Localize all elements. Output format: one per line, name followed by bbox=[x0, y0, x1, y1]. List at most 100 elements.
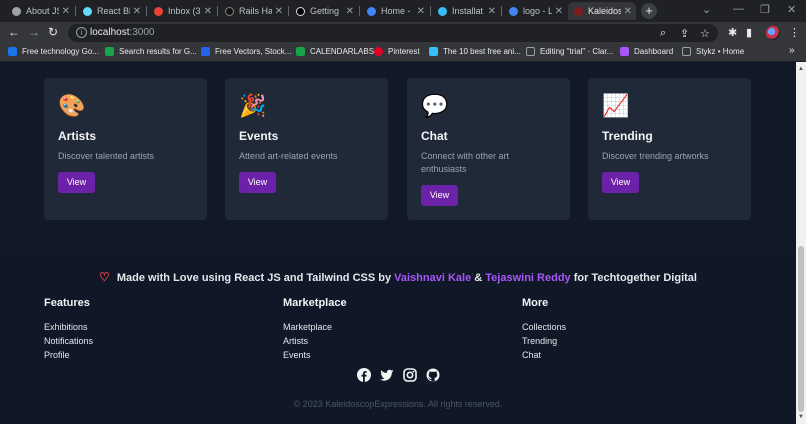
social-links bbox=[357, 368, 440, 382]
bookmark-item[interactable]: Dashboard bbox=[620, 47, 673, 56]
bookmarks-bar: Free technology Go... Search results for… bbox=[0, 44, 806, 62]
search-zoom-icon[interactable]: ⌕ bbox=[660, 27, 666, 40]
footer-link[interactable]: Chat bbox=[522, 348, 566, 362]
close-icon[interactable]: ✕ bbox=[624, 6, 632, 17]
bookmark-item[interactable]: Stykz • Home bbox=[682, 47, 744, 56]
browser-tab[interactable]: About JS ✕ bbox=[6, 2, 74, 20]
footer-heading: Marketplace bbox=[283, 297, 347, 309]
close-icon[interactable]: ✕ bbox=[204, 6, 212, 17]
author-link-tejaswini[interactable]: Tejaswini Reddy bbox=[485, 272, 570, 284]
instagram-icon[interactable] bbox=[403, 368, 417, 382]
bookmark-item[interactable]: Free Vectors, Stock... bbox=[201, 47, 291, 56]
tab-divider bbox=[146, 6, 147, 16]
close-icon[interactable]: ✕ bbox=[488, 6, 496, 17]
card-title: Events bbox=[239, 129, 279, 143]
profile-avatar[interactable] bbox=[766, 26, 780, 40]
bookmark-favicon-icon bbox=[105, 47, 114, 56]
browser-tab[interactable]: Getting ✕ bbox=[290, 2, 358, 20]
page-viewport: 🎨 Artists Discover talented artists View… bbox=[0, 62, 796, 424]
browser-tab[interactable]: Home - ✕ bbox=[361, 2, 429, 20]
browser-tab-active[interactable]: Kaleidos ✕ bbox=[568, 2, 636, 20]
extensions-puzzle-icon[interactable]: ✱ bbox=[728, 26, 737, 39]
bookmark-item[interactable]: Editing "trial" · Clar... bbox=[526, 47, 613, 56]
minimize-icon[interactable]: — bbox=[733, 3, 744, 15]
bookmark-item[interactable]: CALENDARLABS bbox=[296, 47, 374, 56]
reload-icon[interactable]: ↻ bbox=[48, 25, 58, 39]
footer-link[interactable]: Marketplace bbox=[283, 320, 347, 334]
footer-column-marketplace: Marketplace Marketplace Artists Events bbox=[283, 297, 347, 362]
browser-tab[interactable]: Rails Ha ✕ bbox=[219, 2, 287, 20]
close-icon[interactable]: ✕ bbox=[275, 6, 283, 17]
share-icon[interactable]: ⇪ bbox=[680, 27, 689, 40]
more-bookmarks-button[interactable]: » bbox=[789, 45, 795, 56]
scrollbar-thumb[interactable] bbox=[798, 246, 804, 412]
bookmark-star-icon[interactable]: ☆ bbox=[700, 27, 710, 40]
back-arrow-icon[interactable]: ← bbox=[8, 25, 20, 39]
heart-icon: ♡ bbox=[99, 270, 110, 284]
restore-icon[interactable]: ❐ bbox=[760, 3, 770, 16]
close-icon[interactable]: ✕ bbox=[555, 6, 563, 17]
card-description: Connect with other art enthusiasts bbox=[421, 151, 510, 174]
card-description: Attend art-related events bbox=[239, 151, 338, 161]
scroll-up-arrow-icon[interactable]: ▲ bbox=[798, 66, 804, 72]
bookmark-item[interactable]: The 10 best free ani... bbox=[429, 47, 521, 56]
card-chat: 💬 Chat Connect with other art enthusiast… bbox=[407, 78, 570, 220]
view-trending-button[interactable]: View bbox=[602, 172, 639, 193]
view-chat-button[interactable]: View bbox=[421, 185, 458, 206]
card-trending: 📈 Trending Discover trending artworks Vi… bbox=[588, 78, 751, 220]
page-scrollbar[interactable]: ▲ ▼ bbox=[796, 62, 806, 424]
gmail-icon bbox=[154, 6, 163, 16]
browser-tab[interactable]: Installat ✕ bbox=[432, 2, 500, 20]
author-link-vaishnavi[interactable]: Vaishnavi Kale bbox=[394, 272, 471, 284]
tab-divider bbox=[75, 6, 76, 16]
footer-heading: More bbox=[522, 297, 549, 309]
footer-link[interactable]: Artists bbox=[283, 334, 347, 348]
chevron-down-icon[interactable]: ⌄ bbox=[702, 3, 711, 16]
forward-arrow-icon[interactable]: → bbox=[28, 25, 40, 39]
footer-link[interactable]: Profile bbox=[44, 348, 93, 362]
github-icon[interactable] bbox=[426, 368, 440, 382]
address-bar[interactable]: i localhost:3000 ⌕ ⇪ ☆ bbox=[68, 24, 718, 42]
bookmark-item[interactable]: Free technology Go... bbox=[8, 47, 99, 56]
tab-favicon-icon bbox=[12, 6, 21, 16]
close-icon[interactable]: ✕ bbox=[62, 6, 70, 17]
browser-tab[interactable]: Inbox (3 ✕ bbox=[148, 2, 216, 20]
window-close-icon[interactable]: ✕ bbox=[787, 3, 796, 16]
close-icon[interactable]: ✕ bbox=[417, 6, 425, 17]
site-info-icon[interactable]: i bbox=[76, 27, 87, 38]
browser-tab[interactable]: logo - L ✕ bbox=[503, 2, 567, 20]
bookmark-favicon-icon bbox=[8, 47, 17, 56]
card-artists: 🎨 Artists Discover talented artists View bbox=[44, 78, 207, 220]
tab-favicon-icon bbox=[83, 6, 92, 16]
new-tab-button[interactable]: + bbox=[641, 3, 657, 19]
browser-tab[interactable]: React Bl ✕ bbox=[77, 2, 145, 20]
footer-link[interactable]: Events bbox=[283, 348, 347, 362]
footer-link[interactable]: Trending bbox=[522, 334, 566, 348]
tab-divider bbox=[217, 6, 218, 16]
footer-column-more: More Collections Trending Chat bbox=[522, 297, 566, 362]
bookmark-favicon-icon bbox=[296, 47, 305, 56]
footer-link[interactable]: Exhibitions bbox=[44, 320, 93, 334]
scroll-down-arrow-icon[interactable]: ▼ bbox=[798, 414, 804, 420]
card-title: Trending bbox=[602, 129, 653, 143]
facebook-icon[interactable] bbox=[357, 368, 371, 382]
trending-chart-icon: 📈 bbox=[602, 93, 630, 118]
site-footer: ♡ Made with Love using React JS and Tail… bbox=[0, 254, 796, 424]
twitter-icon[interactable] bbox=[380, 368, 394, 382]
close-icon[interactable]: ✕ bbox=[346, 6, 354, 17]
card-title: Chat bbox=[421, 129, 448, 143]
view-artists-button[interactable]: View bbox=[58, 172, 95, 193]
close-icon[interactable]: ✕ bbox=[133, 6, 141, 17]
view-events-button[interactable]: View bbox=[239, 172, 276, 193]
bookmark-item[interactable]: Search results for G... bbox=[105, 47, 197, 56]
side-panel-icon[interactable]: ▮ bbox=[746, 26, 752, 39]
url-host: localhost bbox=[90, 27, 130, 38]
kebab-menu-icon[interactable]: ⋮ bbox=[789, 26, 800, 39]
bookmark-favicon-icon bbox=[620, 47, 629, 56]
notion-icon bbox=[296, 6, 305, 16]
bookmark-item[interactable]: Pinterest bbox=[374, 47, 420, 56]
url-port: :3000 bbox=[129, 27, 155, 38]
footer-link[interactable]: Notifications bbox=[44, 334, 93, 348]
tab-favicon-icon bbox=[225, 6, 234, 16]
footer-link[interactable]: Collections bbox=[522, 320, 566, 334]
